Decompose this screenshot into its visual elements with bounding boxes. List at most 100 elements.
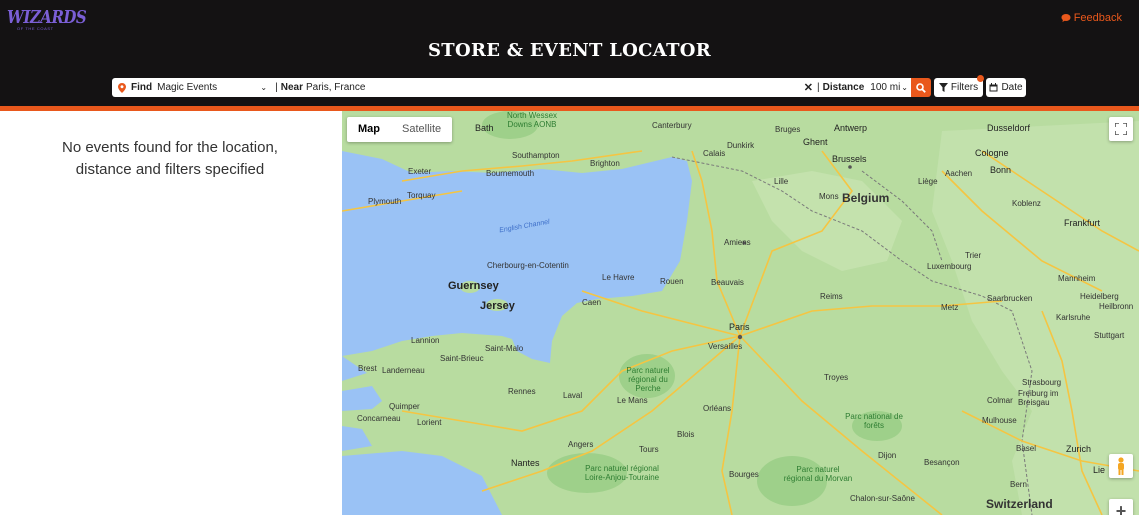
map-label-bonn: Bonn: [990, 165, 1012, 175]
map-label-north-wessex: North Wessex Downs AONB: [506, 111, 558, 129]
map-label-parc-morvan: Parc naturel régional du Morvan: [783, 465, 853, 483]
near-input[interactable]: Paris, France: [306, 82, 804, 93]
map-label-beauvais: Beauvais: [711, 278, 744, 287]
map-label-le-mans: Le Mans: [617, 396, 648, 405]
filters-active-badge: [977, 75, 984, 82]
map-label-saint-malo: Saint-Malo: [485, 344, 524, 353]
chevron-down-icon: ⌄: [901, 83, 908, 92]
map-label-parc-forets: Parc national de forêts: [845, 412, 903, 430]
map-label-koblenz: Koblenz: [1012, 199, 1041, 208]
feedback-link[interactable]: Feedback: [1061, 12, 1122, 24]
search-button[interactable]: [911, 78, 931, 97]
map-label-brussels: Brussels: [832, 154, 867, 164]
zoom-in-button[interactable]: +: [1109, 499, 1133, 515]
map-label-heidelberg: Heidelberg: [1080, 292, 1119, 301]
separator: |: [275, 82, 278, 93]
distance-select-value: 100 mi: [870, 82, 901, 93]
map-label-landerneau: Landerneau: [382, 366, 425, 375]
feedback-label: Feedback: [1073, 12, 1122, 24]
map-label-rennes: Rennes: [508, 387, 536, 396]
pegman-icon: [1118, 457, 1124, 475]
find-select-value: Magic Events: [157, 82, 218, 93]
map-label-bourges: Bourges: [729, 470, 759, 479]
map-label-chalon: Chalon-sur-Saône: [850, 494, 915, 503]
map-label-nantes: Nantes: [511, 458, 540, 468]
distance-label: Distance: [822, 82, 865, 93]
map-label-troyes: Troyes: [824, 373, 849, 382]
distance-select[interactable]: 100 mi ⌄: [870, 82, 908, 93]
map-type-satellite-button[interactable]: Satellite: [391, 117, 452, 142]
map-label-southampton: Southampton: [512, 151, 560, 160]
map-label-tours: Tours: [639, 445, 659, 454]
map-label-blois: Blois: [677, 430, 695, 439]
date-button[interactable]: Date: [986, 78, 1026, 97]
map-label-switzerland: Switzerland: [986, 497, 1053, 511]
search-icon: [916, 82, 926, 93]
map-label-saarbrucken: Saarbrucken: [987, 294, 1033, 303]
chat-bubble-icon: [1061, 14, 1071, 22]
map-label-cologne: Cologne: [975, 148, 1009, 158]
map-label-orleans: Orléans: [703, 404, 732, 413]
map-label-belgium: Belgium: [842, 191, 890, 205]
map-label-zurich: Zurich: [1066, 444, 1092, 454]
map-label-liege: Liège: [918, 177, 938, 186]
map-label-angers: Angers: [568, 440, 594, 449]
map-label-bath: Bath: [475, 123, 494, 133]
map-label-lorient: Lorient: [417, 418, 442, 427]
map-label-laval: Laval: [563, 391, 583, 400]
map-label-basel: Basel: [1016, 444, 1037, 453]
map-tiles: [342, 111, 1139, 515]
map-label-trier: Trier: [965, 251, 982, 260]
fullscreen-button[interactable]: [1109, 117, 1133, 141]
clear-location-icon[interactable]: ✕: [804, 81, 813, 94]
map-label-antwerp: Antwerp: [834, 123, 868, 133]
map-label-metz: Metz: [941, 303, 959, 312]
map-label-lille: Lille: [774, 177, 789, 186]
map-label-jersey: Jersey: [480, 300, 515, 312]
map-view[interactable]: Bath North Wessex Downs AONB Canterbury …: [342, 111, 1139, 515]
map-label-strasbourg: Strasbourg: [1022, 378, 1062, 387]
map-type-map-button[interactable]: Map: [347, 117, 391, 142]
map-label-amiens: Amiens: [724, 238, 751, 247]
map-label-versailles: Versailles: [708, 342, 743, 351]
map-label-cherbourg: Cherbourg-en-Cotentin: [487, 261, 569, 270]
map-label-caen: Caen: [582, 298, 602, 307]
map-label-frankfurt: Frankfurt: [1064, 218, 1101, 228]
map-label-luxembourg: Luxembourg: [927, 262, 972, 271]
no-results-line-2: distance and filters specified: [75, 161, 265, 178]
map-label-brighton: Brighton: [590, 159, 620, 168]
map-label-colmar: Colmar: [987, 396, 1013, 405]
wizards-logo[interactable]: WIZARDS OF THE COAST: [7, 6, 87, 34]
map-label-parc-loire: Parc naturel régional Loire-Anjou-Tourai…: [584, 464, 660, 482]
map-label-reims: Reims: [820, 292, 843, 301]
filters-label: Filters: [950, 82, 979, 93]
map-label-karlsruhe: Karlsruhe: [1056, 313, 1091, 322]
date-label: Date: [1001, 82, 1023, 93]
find-label: Find: [131, 82, 153, 93]
map-label-bournemouth: Bournemouth: [486, 169, 535, 178]
find-select[interactable]: Magic Events ⌄: [157, 82, 267, 93]
map-label-quimper: Quimper: [389, 402, 420, 411]
map-type-control: Map Satellite: [347, 117, 453, 142]
separator: |: [816, 82, 820, 93]
map-label-mons: Mons: [819, 192, 839, 201]
filters-button[interactable]: Filters: [934, 78, 983, 97]
location-pin-icon: [118, 82, 126, 93]
map-label-paris: Paris: [729, 322, 750, 332]
map-label-saint-brieuc: Saint-Brieuc: [440, 354, 484, 363]
map-label-dijon: Dijon: [878, 451, 897, 460]
map-label-bern: Bern: [1010, 480, 1027, 489]
filter-funnel-icon: [938, 83, 948, 92]
map-label-dusseldorf: Dusseldorf: [987, 123, 1031, 133]
map-label-freiburg: Freiburg im Breisgau: [1018, 389, 1059, 407]
map-label-stuttgart: Stuttgart: [1094, 331, 1125, 340]
map-label-dunkirk: Dunkirk: [727, 141, 755, 150]
street-view-pegman[interactable]: [1109, 454, 1133, 478]
map-label-heilbronn: Heilbronn: [1099, 302, 1134, 311]
map-label-rouen: Rouen: [660, 277, 684, 286]
map-label-ghent: Ghent: [803, 137, 828, 147]
map-label-plymouth: Plymouth: [368, 197, 402, 206]
logo-main-text: WIZARDS: [7, 6, 87, 28]
map-label-lannion: Lannion: [411, 336, 440, 345]
calendar-icon: [989, 83, 998, 92]
